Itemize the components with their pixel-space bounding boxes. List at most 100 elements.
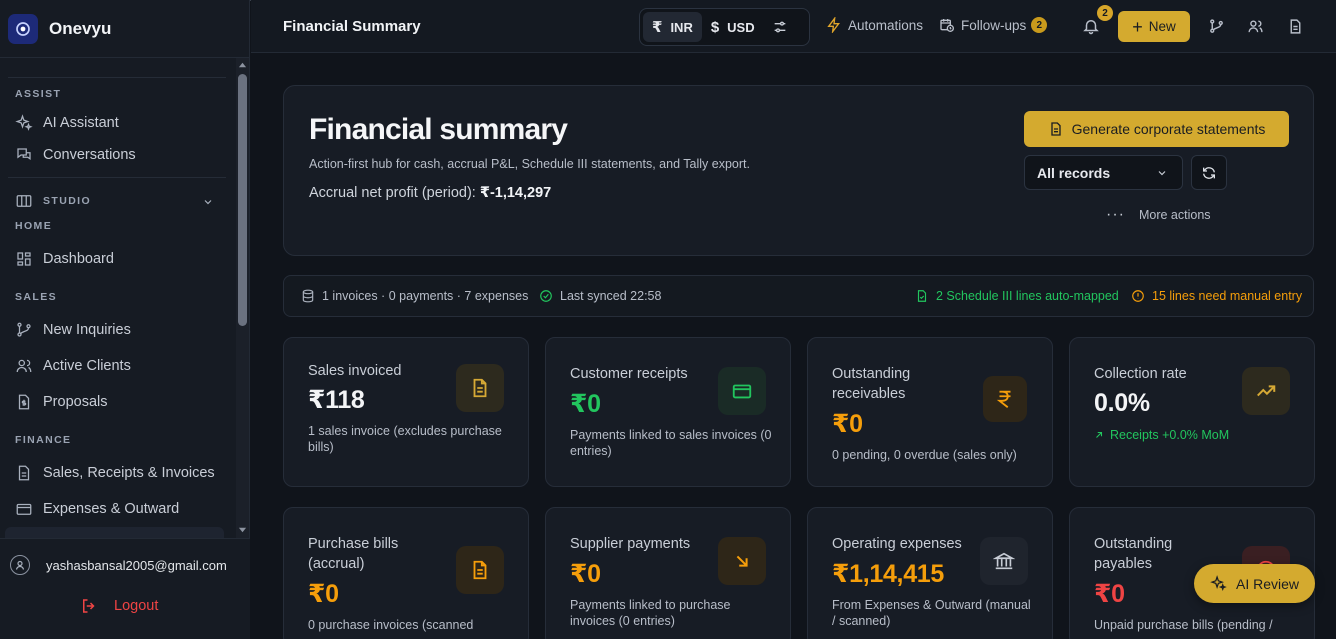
followups-count-badge: 2 — [1031, 17, 1048, 33]
new-label: New — [1148, 19, 1176, 34]
profit-label: Accrual net profit (period): — [309, 185, 476, 201]
document-icon — [1048, 121, 1064, 137]
metric-card-supplier-payments[interactable]: Supplier payments ₹0 Payments linked to … — [545, 507, 791, 639]
sidebar: Onevyu ASSIST AI Assistant Conversations… — [0, 0, 250, 639]
currency-inr-button[interactable]: ₹ INR — [643, 12, 702, 42]
last-synced-label: Last synced 22:58 — [560, 289, 662, 303]
metric-card-sales-invoiced[interactable]: Sales invoiced ₹118 1 sales invoice (exc… — [283, 337, 529, 487]
card-note: 1 sales invoice (excludes purchase bills… — [308, 424, 502, 454]
card-value: ₹0 — [832, 410, 863, 438]
database-icon — [301, 289, 315, 303]
brand-name: Onevyu — [49, 18, 112, 38]
arrow-up-right-icon — [1094, 430, 1104, 440]
bank-icon — [980, 537, 1028, 585]
hero-subtitle: Action-first hub for cash, accrual P&L, … — [309, 157, 750, 171]
sidebar-nav: ASSIST AI Assistant Conversations STUDIO… — [0, 58, 236, 538]
currency-usd-label: USD — [727, 19, 755, 35]
card-label: Customer receipts — [570, 366, 688, 382]
card-label: Purchase bills (accrual) — [308, 536, 399, 572]
card-note: Receipts +0.0% MoM — [1110, 428, 1230, 442]
page-title: Financial Summary — [283, 18, 421, 35]
check-circle-icon — [539, 289, 553, 303]
brand[interactable]: Onevyu — [0, 0, 250, 58]
section-home: HOME — [15, 220, 53, 232]
notification-count-badge: 2 — [1097, 5, 1113, 21]
auto-mapped-link[interactable]: 2 Schedule III lines auto-mapped — [915, 289, 1119, 303]
scroll-up-icon[interactable] — [238, 61, 247, 70]
ai-review-button[interactable]: AI Review — [1194, 564, 1315, 603]
card-note: Payments linked to purchase invoices (0 … — [570, 598, 731, 628]
refresh-button[interactable] — [1191, 155, 1227, 190]
followups-label: Follow-ups — [961, 17, 1027, 33]
hero-title: Financial summary — [309, 113, 568, 146]
metric-card-operating-expenses[interactable]: Operating expenses ₹1,14,415 From Expens… — [807, 507, 1053, 639]
users-icon — [15, 357, 33, 375]
profit-value: ₹-1,14,297 — [479, 185, 552, 201]
metric-card-outstanding-receivables[interactable]: Outstanding receivables ₹0 0 pending, 0 … — [807, 337, 1053, 487]
section-finance: FINANCE — [15, 434, 72, 446]
rupee-icon — [983, 376, 1027, 422]
sidebar-item-sales-receipts-invoices[interactable]: Sales, Receipts & Invoices — [15, 461, 225, 485]
card-icon — [718, 367, 766, 415]
trending-up-icon — [1242, 367, 1290, 415]
file-dollar-icon[interactable] — [1287, 18, 1304, 35]
metric-card-collection-rate[interactable]: Collection rate 0.0% Receipts +0.0% MoM — [1069, 337, 1315, 487]
metric-card-purchase-bills[interactable]: Purchase bills (accrual) ₹0 0 purchase i… — [283, 507, 529, 639]
card-value: ₹0 — [1094, 580, 1125, 608]
users-icon[interactable] — [1247, 18, 1264, 35]
rupee-icon: ₹ — [652, 19, 663, 36]
filter-settings-button[interactable] — [764, 12, 796, 42]
card-note-trend: Receipts +0.0% MoM — [1094, 427, 1299, 443]
file-text-icon — [15, 464, 33, 482]
manual-entry-link[interactable]: 15 lines need manual entry — [1131, 289, 1302, 303]
currency-toggle: ₹ INR $ USD — [639, 8, 810, 46]
ai-review-label: AI Review — [1235, 575, 1300, 592]
new-button[interactable]: + New — [1118, 11, 1190, 42]
sidebar-scrollbar[interactable] — [236, 58, 249, 538]
brand-logo-icon — [8, 13, 38, 44]
sidebar-item-active-clients[interactable]: Active Clients — [15, 354, 225, 378]
summary-hero: Financial summary Action-first hub for c… — [283, 85, 1314, 256]
more-actions-button[interactable]: ··· More actions — [1106, 206, 1211, 224]
followups-link[interactable]: Follow-ups 2 — [939, 17, 1048, 33]
scrollbar-thumb[interactable] — [238, 74, 247, 326]
metric-card-customer-receipts[interactable]: Customer receipts ₹0 Payments linked to … — [545, 337, 791, 487]
sidebar-item-dashboard[interactable]: Dashboard — [15, 247, 225, 271]
chevron-down-icon[interactable] — [202, 196, 214, 208]
chat-icon — [15, 146, 33, 164]
file-dollar-icon — [15, 393, 33, 411]
user-avatar-icon — [10, 555, 30, 575]
section-studio-toggle[interactable]: STUDIO — [15, 189, 225, 213]
calendar-clock-icon — [939, 17, 955, 33]
card-value: ₹0 — [570, 560, 601, 588]
sidebar-item-conversations[interactable]: Conversations — [15, 143, 225, 167]
alert-circle-icon — [1131, 289, 1145, 303]
card-label: Collection rate — [1094, 366, 1187, 382]
branch-icon[interactable] — [1208, 18, 1225, 35]
records-select[interactable]: All records — [1024, 155, 1183, 190]
logout-button[interactable]: Logout — [80, 597, 158, 615]
document-icon — [456, 364, 504, 412]
logout-icon — [80, 597, 98, 615]
sidebar-item-new-inquiries[interactable]: New Inquiries — [15, 318, 225, 342]
sidebar-item-expenses-outward[interactable]: Expenses & Outward — [15, 497, 225, 521]
card-value: ₹118 — [308, 386, 365, 414]
more-actions-label: More actions — [1138, 208, 1211, 222]
scroll-down-icon[interactable] — [238, 525, 247, 534]
records-select-value: All records — [1037, 164, 1111, 181]
currency-usd-button[interactable]: $ USD — [702, 12, 764, 42]
bell-icon[interactable] — [1082, 17, 1100, 35]
user-profile[interactable]: yashasbansal2005@gmail.com — [10, 555, 227, 575]
accrual-net-profit: Accrual net profit (period): ₹-1,14,297 — [309, 185, 551, 201]
sidebar-item-proposals[interactable]: Proposals — [15, 390, 225, 414]
sync-status-strip: 1 invoices · 0 payments · 7 expenses Las… — [283, 275, 1314, 317]
document-icon — [456, 546, 504, 594]
user-email: yashasbansal2005@gmail.com — [46, 557, 227, 573]
grid-icon — [15, 250, 33, 268]
sidebar-item-ai-assistant[interactable]: AI Assistant — [15, 111, 225, 135]
chevron-down-icon — [1156, 167, 1168, 179]
card-label: Operating expenses — [832, 536, 962, 552]
generate-statements-button[interactable]: Generate corporate statements — [1024, 111, 1289, 147]
currency-inr-label: INR — [670, 19, 693, 35]
automations-link[interactable]: Automations — [826, 17, 923, 33]
